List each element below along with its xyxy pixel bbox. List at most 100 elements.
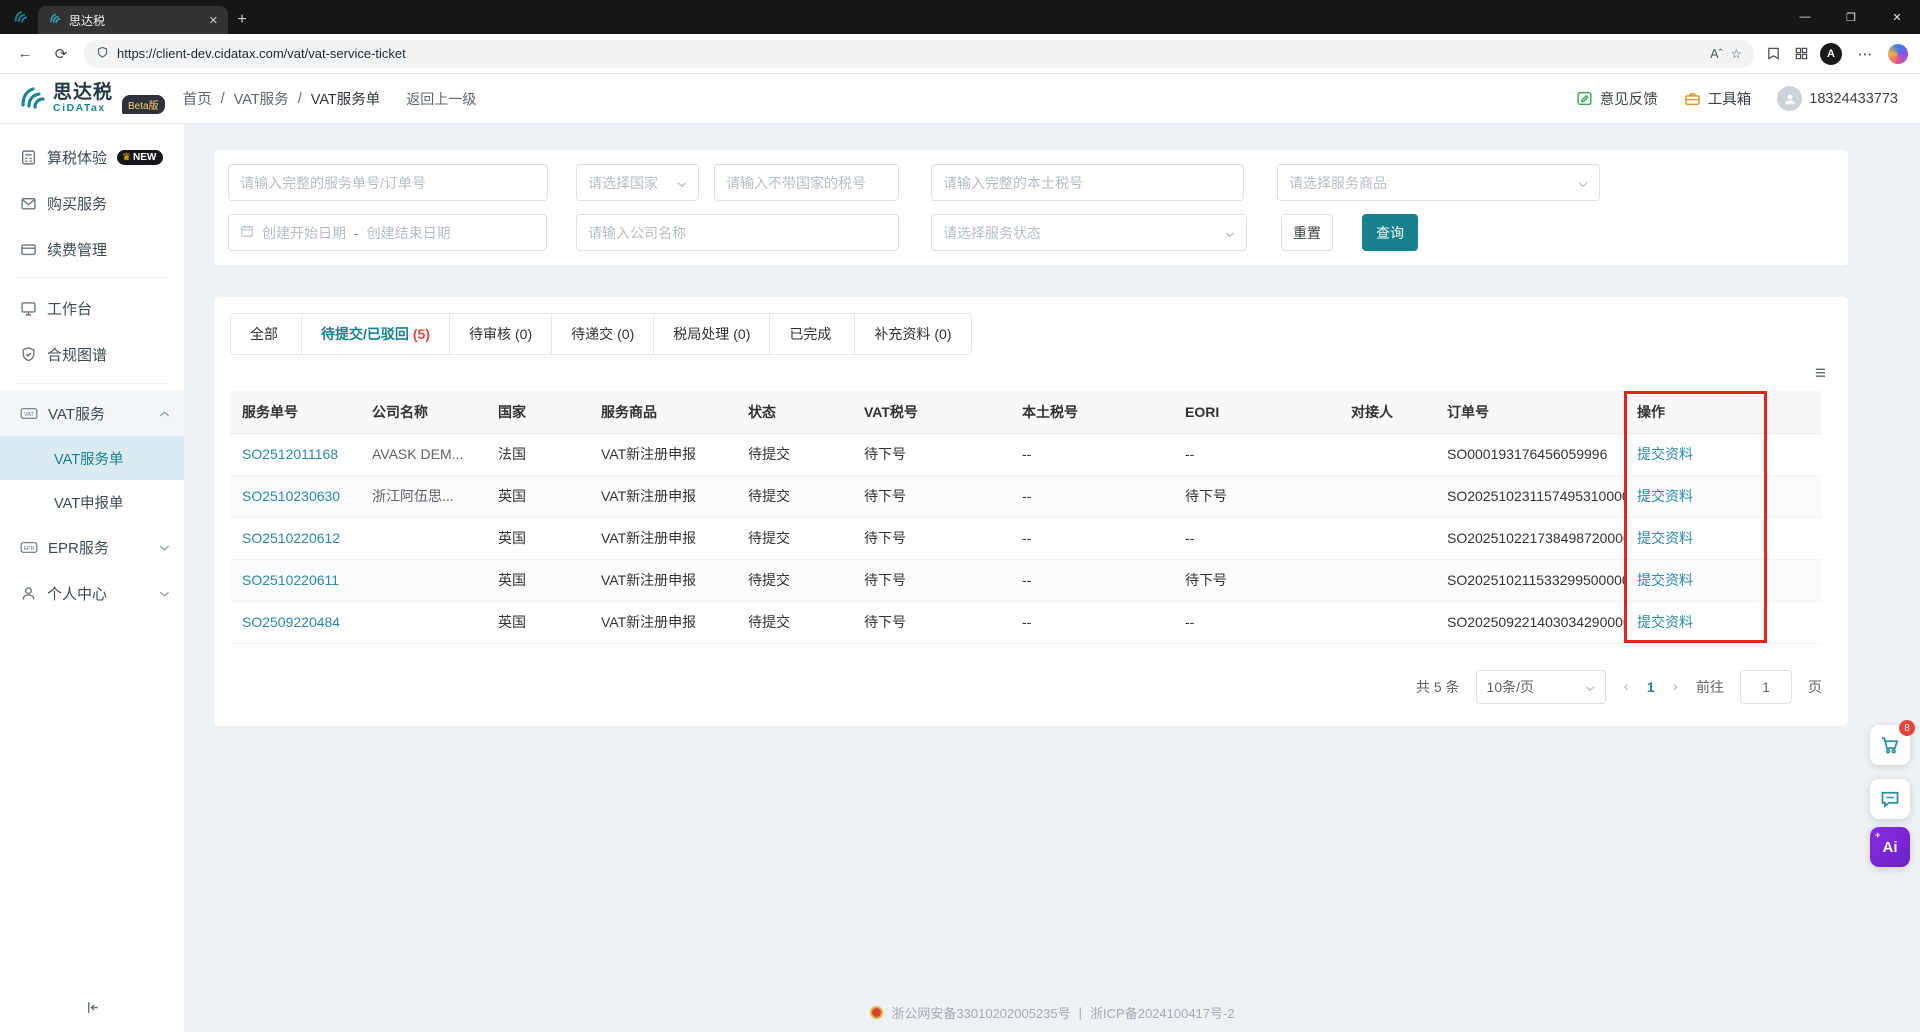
browser-titlebar: 思达税 ✕ + — ❐ ✕ [0,0,1920,34]
toolbox-button[interactable]: 工具箱 [1684,88,1752,109]
ticket-link[interactable]: SO2510220612 [242,530,340,546]
extensions-icon[interactable] [1792,45,1810,63]
service-product-select[interactable]: 请选择服务商品 [1277,164,1600,201]
table-row: SO2509220484 英国 VAT新注册申报 待提交 待下号 -- -- S… [230,601,1822,643]
favorite-star-icon[interactable]: ☆ [1731,46,1742,61]
submit-materials-link[interactable]: 提交资料 [1637,488,1693,504]
address-bar[interactable]: https://client-dev.cidatax.com/vat/vat-s… [84,40,1754,68]
back-to-previous-link[interactable]: 返回上一级 [406,89,476,109]
breadcrumb-home[interactable]: 首页 [183,88,212,109]
tab-pending-submit[interactable]: 待提交/已驳回(5) [302,314,450,354]
sidebar-item-vat-service[interactable]: VAT VAT服务 [0,390,184,436]
goto-page-input[interactable] [1740,670,1792,704]
app-logo[interactable]: 思达税 CiDATax Beta版 [16,83,165,114]
tab-pending-delivery[interactable]: 待递交(0) [552,314,654,354]
breadcrumb-current: VAT服务单 [311,88,381,109]
copilot-icon[interactable] [1888,44,1908,64]
sidebar-item-tax-experience[interactable]: 算税体验 ♛NEW [0,134,184,180]
sidebar-item-compliance-map[interactable]: 合规图谱 [0,331,184,377]
epr-badge-icon: EPR [20,539,38,556]
tab-supplementary[interactable]: 补充资料(0) [855,314,970,354]
breadcrumb-separator: / [221,91,225,107]
status-tabs: 全部 待提交/已驳回(5) 待审核(0) 待递交(0) 税局处理(0) 已完成 … [230,313,972,355]
sidebar-item-workbench[interactable]: 工作台 [0,285,184,331]
sidebar-item-label: 续费管理 [47,239,107,260]
ticket-link[interactable]: SO2510220611 [242,572,339,588]
tab-tax-office-processing[interactable]: 税局处理(0) [654,314,770,354]
collapse-sidebar-icon [84,999,101,1016]
chevron-down-icon [159,539,170,556]
sidebar-item-vat-declaration[interactable]: VAT申报单 [0,480,184,524]
next-page-icon[interactable]: › [1671,678,1680,696]
site-info-icon[interactable] [96,46,109,62]
prev-page-icon[interactable]: ‹ [1622,678,1631,696]
local-tax-number-input[interactable] [931,164,1244,201]
ai-assistant-button[interactable]: + Ai [1870,827,1910,867]
submit-materials-link[interactable]: 提交资料 [1637,530,1693,546]
new-tab-button[interactable]: + [228,6,256,34]
sidebar-item-epr-service[interactable]: EPR EPR服务 [0,524,184,570]
ticket-link[interactable]: SO2509220484 [242,614,340,630]
submit-materials-link[interactable]: 提交资料 [1637,614,1693,630]
page-number[interactable]: 1 [1647,679,1655,695]
reset-button[interactable]: 重置 [1281,214,1333,251]
favorites-icon[interactable] [1764,45,1782,63]
ticket-number-input[interactable] [228,164,548,201]
crown-icon: ♛ [122,152,131,163]
site-favicon-icon [48,12,61,28]
window-maximize-button[interactable]: ❐ [1828,0,1874,34]
refresh-icon[interactable]: ⟳ [48,41,74,67]
extension-avatar-icon[interactable]: A [1820,43,1842,65]
read-aloud-icon[interactable]: Aˆ [1710,47,1723,61]
ticket-link[interactable]: SO2512011168 [242,446,338,462]
pagination: 共 5 条 10条/页 ‹ 1 › 前往 页 [230,670,1832,704]
col-actions: 操作 [1625,391,1822,433]
sidebar-item-personal-center[interactable]: 个人中心 [0,570,184,616]
page-size-select[interactable]: 10条/页 [1476,670,1606,704]
plus-sparkle-icon: + [1875,830,1880,840]
sidebar-collapse-button[interactable] [0,999,184,1016]
breadcrumb-vat[interactable]: VAT服务 [234,88,289,109]
police-record-number[interactable]: 浙公网安备33010202005235号 [891,1003,1070,1022]
tab-close-icon[interactable]: ✕ [209,14,218,27]
account-menu[interactable]: 18324433773 [1777,86,1898,111]
monitor-icon [20,300,37,317]
user-avatar-icon [1777,86,1802,111]
feedback-button[interactable]: 意见反馈 [1576,88,1658,109]
date-range-picker[interactable]: 创建开始日期 - 创建结束日期 [228,214,547,251]
settings-more-icon[interactable]: ⋯ [1852,41,1878,67]
cart-button[interactable]: 8 [1870,725,1910,765]
person-icon [20,585,37,602]
tab-all[interactable]: 全部 [231,314,302,354]
service-status-select[interactable]: 请选择服务状态 [931,214,1247,251]
support-chat-button[interactable] [1870,779,1910,819]
tab-pending-review[interactable]: 待审核(0) [450,314,552,354]
icp-record-number[interactable]: 浙ICP备2024100417号-2 [1090,1003,1235,1022]
sidebar-divider [14,278,170,279]
submit-materials-link[interactable]: 提交资料 [1637,572,1693,588]
sidebar-item-buy-service[interactable]: 购买服务 [0,180,184,226]
sidebar-item-label: VAT服务单 [54,448,124,469]
url-text[interactable]: https://client-dev.cidatax.com/vat/vat-s… [117,46,1702,61]
country-select[interactable]: 请选择国家 [576,164,699,201]
window-close-button[interactable]: ✕ [1874,0,1920,34]
toolbox-label: 工具箱 [1708,88,1752,109]
service-product-placeholder: 请选择服务商品 [1289,173,1387,193]
vat-badge-icon: VAT [20,405,38,422]
logo-name: 思达税 [53,83,113,103]
search-button[interactable]: 查询 [1362,214,1418,251]
table-row: SO2510220611 英国 VAT新注册申报 待提交 待下号 -- 待下号 … [230,559,1822,601]
back-icon[interactable]: ← [12,41,38,67]
ticket-link[interactable]: SO2510230630 [242,488,340,504]
company-name-input[interactable] [576,214,899,251]
submit-materials-link[interactable]: 提交资料 [1637,446,1693,462]
tab-completed[interactable]: 已完成 [770,314,855,354]
column-settings-icon[interactable]: ≡ [1815,364,1826,383]
window-minimize-button[interactable]: — [1782,0,1828,34]
beta-badge: Beta版 [122,95,165,114]
chevron-down-icon [677,175,687,191]
sidebar-item-vat-service-ticket[interactable]: VAT服务单 [0,436,184,480]
browser-tab[interactable]: 思达税 ✕ [38,6,228,34]
tax-number-input[interactable] [714,164,899,201]
sidebar-item-renewal[interactable]: 续费管理 [0,226,184,272]
